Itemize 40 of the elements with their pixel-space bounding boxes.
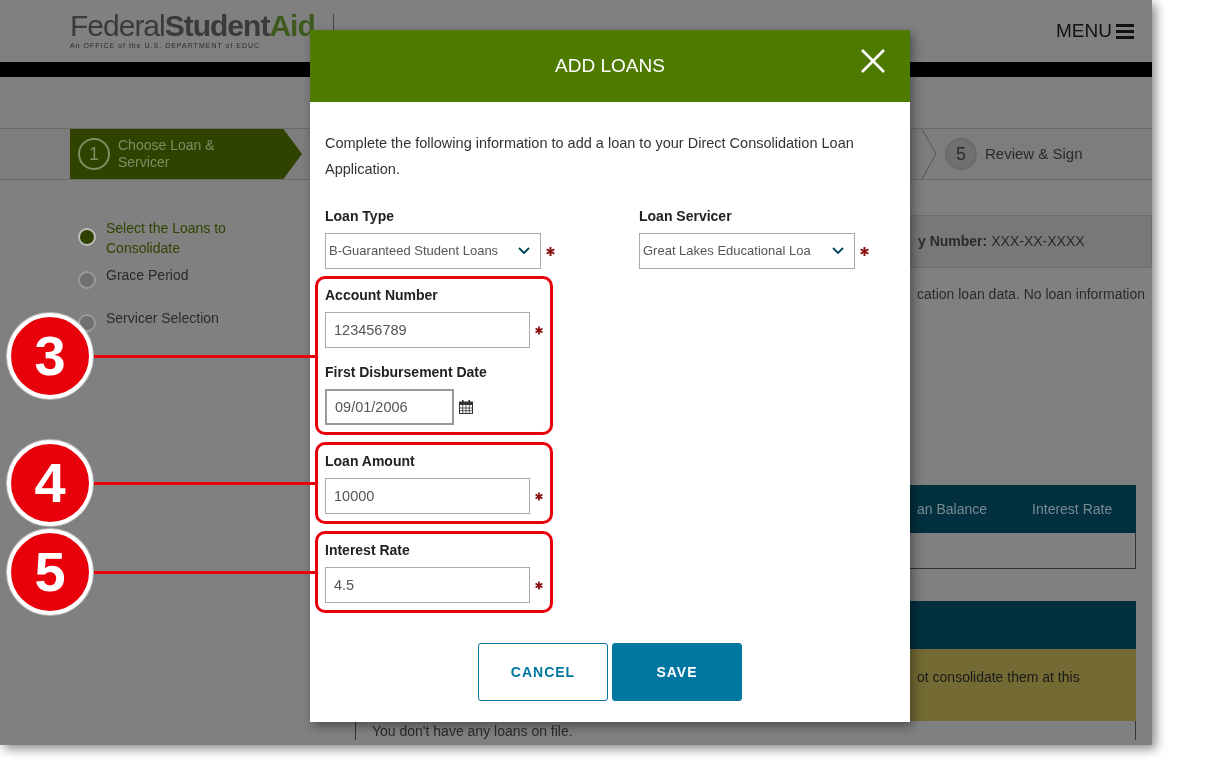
input-field[interactable]: 10000 bbox=[325, 478, 530, 515]
input-field[interactable]: 123456789 bbox=[325, 312, 530, 349]
close-button[interactable] bbox=[860, 46, 886, 72]
field-label: Loan Type bbox=[325, 207, 395, 227]
column-header: Interest Rate bbox=[1032, 499, 1113, 519]
field-label: Loan Servicer bbox=[639, 207, 733, 227]
empty-message: You don't have any loans on file. bbox=[372, 723, 573, 739]
dropdown-field[interactable]: B-Guaranteed Student Loans bbox=[325, 233, 541, 270]
field-label: Account Number bbox=[325, 286, 439, 306]
step-divider bbox=[921, 129, 937, 179]
chevron-down-icon bbox=[518, 247, 530, 256]
field-label: First Disbursement Date bbox=[325, 363, 488, 383]
step-tab[interactable]: 1 Choose Loan & Servicer bbox=[70, 129, 302, 179]
ssn-label: y Number: bbox=[918, 232, 988, 251]
input-field[interactable]: 4.5 bbox=[325, 567, 530, 604]
intro-text: Complete the following information to add a loan to your Direct Consolidation Loan Application. bbox=[325, 134, 855, 180]
calendar-icon[interactable] bbox=[459, 400, 473, 415]
step-number: 1 bbox=[78, 138, 110, 170]
step-label: Review & Sign bbox=[985, 143, 1083, 164]
date-field[interactable]: 09/01/2006 bbox=[325, 389, 454, 426]
close-icon bbox=[860, 48, 886, 74]
field-label: Loan Amount bbox=[325, 452, 416, 472]
alert-text: ot consolidate them at this bbox=[917, 669, 1080, 685]
notice-text: cation loan data. No loan information bbox=[917, 286, 1146, 302]
step-label: Choose Loan & Servicer bbox=[118, 137, 216, 171]
modal-title: ADD LOANS bbox=[555, 53, 665, 78]
column-header: an Balance bbox=[917, 499, 988, 519]
menu-icon bbox=[1116, 23, 1134, 39]
dropdown-field[interactable]: Great Lakes Educational Loa bbox=[639, 233, 855, 270]
menu-button[interactable]: MENU bbox=[1056, 16, 1134, 46]
sidebar-item[interactable]: Grace Period bbox=[106, 265, 189, 304]
field-label: Interest Rate bbox=[325, 541, 411, 561]
step-number: 5 bbox=[945, 138, 977, 170]
cancel-button[interactable]: CANCEL bbox=[478, 643, 608, 702]
save-button[interactable]: SAVE bbox=[612, 643, 742, 702]
chevron-down-icon bbox=[832, 247, 844, 256]
ssn-value: XXX-XX-XXXX bbox=[991, 232, 1085, 251]
sidebar-item[interactable]: Servicer Selection bbox=[106, 308, 219, 347]
sidebar-item[interactable]: Select the Loans to Consolidate bbox=[106, 218, 236, 261]
step-tab[interactable]: 5 Review & Sign bbox=[937, 129, 1152, 179]
